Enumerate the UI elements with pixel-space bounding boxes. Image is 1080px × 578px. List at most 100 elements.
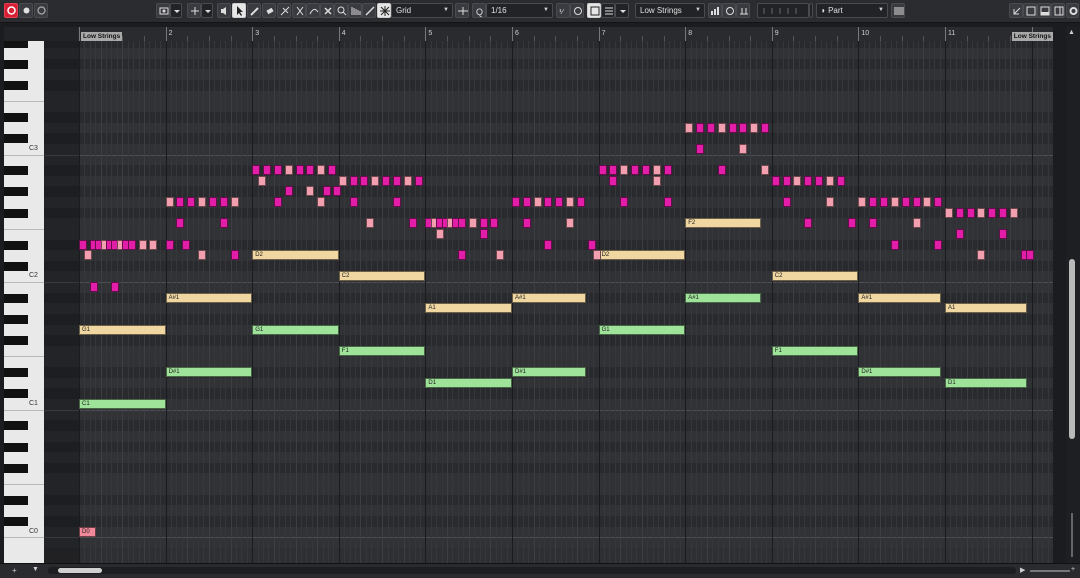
melody-note[interactable]	[836, 175, 845, 186]
melody-note[interactable]	[436, 228, 445, 239]
melody-note[interactable]	[728, 122, 737, 133]
melody-note[interactable]	[273, 165, 282, 176]
zone-right-icon[interactable]	[1037, 3, 1051, 18]
midi-note[interactable]: D2	[598, 250, 686, 261]
melody-note[interactable]	[257, 175, 266, 186]
ruler[interactable]: 2 3 4 5 6 7 8 9 10 11 Low Strings Low Strings	[78, 27, 1053, 42]
left-locator-label[interactable]: Low Strings	[81, 32, 123, 41]
melody-note[interactable]	[739, 122, 748, 133]
melody-note[interactable]	[544, 239, 553, 250]
cycle-button[interactable]	[19, 3, 33, 18]
melody-note[interactable]	[457, 218, 466, 229]
white-key[interactable]	[4, 356, 44, 358]
zoom-slider-track[interactable]	[1071, 513, 1073, 557]
white-key[interactable]	[4, 484, 44, 486]
melody-note[interactable]	[815, 175, 824, 186]
black-key[interactable]	[4, 495, 28, 505]
vertical-scrollbar[interactable]: ▲	[1066, 27, 1080, 563]
black-key[interactable]	[4, 336, 28, 346]
melody-note[interactable]	[825, 197, 834, 208]
melody-note[interactable]	[512, 197, 520, 208]
black-key[interactable]	[4, 187, 28, 197]
melody-note[interactable]	[165, 239, 174, 250]
melody-note[interactable]	[149, 239, 158, 250]
midi-note[interactable]: A#1	[165, 292, 253, 303]
line-tool-icon[interactable]	[348, 3, 362, 18]
melody-note[interactable]	[263, 165, 272, 176]
melody-note[interactable]	[977, 207, 986, 218]
melody-note[interactable]	[566, 197, 575, 208]
melody-note[interactable]	[598, 165, 607, 176]
midi-note[interactable]: D#1	[858, 367, 941, 378]
melody-note[interactable]	[89, 282, 98, 293]
white-key[interactable]	[4, 101, 44, 103]
melody-note[interactable]	[890, 239, 899, 250]
melody-note[interactable]	[490, 218, 499, 229]
melody-note[interactable]	[955, 207, 964, 218]
melody-note[interactable]	[739, 143, 748, 154]
midi-note[interactable]: A#1	[858, 292, 941, 303]
mute-tool-icon[interactable]	[320, 3, 334, 18]
midi-note[interactable]: G1	[252, 324, 339, 335]
camera-menu-button[interactable]	[170, 3, 182, 18]
melody-note[interactable]	[1026, 250, 1035, 261]
melody-note[interactable]	[869, 197, 878, 208]
window-layout-icon[interactable]	[1051, 3, 1065, 18]
melody-note[interactable]	[912, 197, 921, 208]
melody-note[interactable]	[306, 186, 315, 197]
black-key[interactable]	[4, 166, 28, 176]
melody-note[interactable]	[793, 175, 802, 186]
melody-note[interactable]	[912, 218, 921, 229]
midi-note[interactable]: D#1	[165, 367, 253, 378]
melody-note[interactable]	[825, 175, 834, 186]
melody-note[interactable]	[187, 197, 196, 208]
chord-editor-icon[interactable]	[708, 3, 722, 18]
midi-note[interactable]: F1	[338, 345, 426, 356]
part-select[interactable]: ◗ Part ▼	[816, 3, 888, 18]
melody-note[interactable]	[652, 175, 661, 186]
quantize-icon[interactable]: Q	[472, 3, 486, 18]
melody-note[interactable]	[392, 197, 401, 208]
midi-note[interactable]: A#1	[685, 292, 761, 303]
white-key[interactable]	[4, 409, 44, 411]
midi-note[interactable]: D#1	[512, 367, 586, 378]
melody-note[interactable]	[652, 165, 661, 176]
camera-icon[interactable]	[156, 3, 170, 18]
melody-note[interactable]	[533, 197, 542, 208]
midi-note[interactable]: D0	[79, 526, 97, 537]
melody-note[interactable]	[966, 207, 975, 218]
melody-note[interactable]	[522, 218, 531, 229]
melody-note[interactable]	[409, 218, 418, 229]
melody-note[interactable]	[468, 218, 477, 229]
melody-note[interactable]	[138, 239, 147, 250]
melody-note[interactable]	[555, 197, 564, 208]
melody-note[interactable]	[544, 197, 553, 208]
midi-note[interactable]: G1	[598, 324, 686, 335]
melody-note[interactable]	[317, 165, 326, 176]
melody-note[interactable]	[717, 122, 726, 133]
melody-note[interactable]	[663, 197, 672, 208]
track-select[interactable]: Low Strings ▼	[635, 3, 705, 18]
midi-note[interactable]: D1	[945, 377, 1028, 388]
midi-note[interactable]: A#1	[512, 292, 586, 303]
melody-note[interactable]	[988, 207, 997, 218]
horizontal-scroll-thumb[interactable]	[58, 568, 102, 573]
midi-mode-icon[interactable]	[736, 3, 750, 18]
melody-note[interactable]	[631, 165, 640, 176]
melody-note[interactable]	[219, 197, 228, 208]
melody-note[interactable]	[890, 197, 899, 208]
zone-left-icon[interactable]	[1009, 3, 1023, 18]
undo-icon[interactable]	[34, 3, 48, 18]
melody-note[interactable]	[230, 250, 239, 261]
track-list-icon[interactable]	[601, 3, 615, 18]
melody-note[interactable]	[566, 218, 575, 229]
glue-tool-icon[interactable]	[306, 3, 320, 18]
melody-note[interactable]	[219, 218, 228, 229]
scroll-up-icon[interactable]: ▲	[1068, 29, 1075, 36]
black-key[interactable]	[4, 41, 28, 48]
black-key[interactable]	[4, 389, 28, 399]
melody-note[interactable]	[609, 175, 618, 186]
melody-note[interactable]	[371, 175, 380, 186]
melody-note[interactable]	[620, 197, 629, 208]
melody-note[interactable]	[641, 165, 650, 176]
